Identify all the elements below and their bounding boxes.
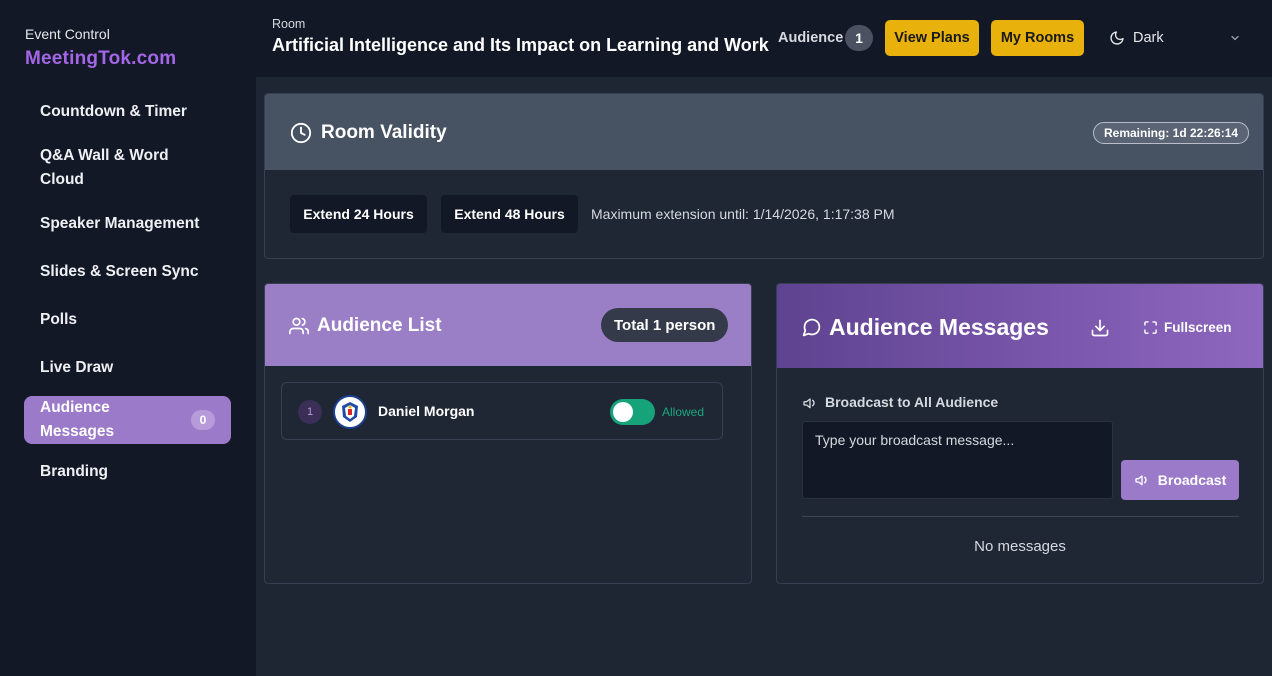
sidebar: Event Control MeetingTok.com Countdown &… xyxy=(0,0,256,676)
broadcast-button-label: Broadcast xyxy=(1157,472,1227,488)
audience-messages-title: Audience Messages xyxy=(829,314,1049,340)
room-title: Artificial Intelligence and Its Impact o… xyxy=(272,35,769,55)
audience-count-badge: 1 xyxy=(845,25,873,51)
audience-label: Audience xyxy=(778,30,844,46)
message-circle-icon xyxy=(802,318,821,337)
users-icon xyxy=(289,317,309,335)
brand-logo-text[interactable]: MeetingTok.com xyxy=(25,48,176,70)
fullscreen-label: Fullscreen xyxy=(1164,319,1232,335)
sidebar-item-label: Slides & Screen Sync xyxy=(40,263,199,280)
sidebar-item-label: Q&A Wall & Word Cloud xyxy=(40,147,169,188)
remaining-time-badge: Remaining: 1d 22:26:14 xyxy=(1093,122,1250,144)
divider xyxy=(802,516,1239,517)
sidebar-item-slides-screen-sync[interactable]: Slides & Screen Sync xyxy=(24,252,231,292)
audience-member-name: Daniel Morgan xyxy=(378,403,475,419)
megaphone-icon xyxy=(803,398,815,409)
broadcast-button[interactable]: Broadcast xyxy=(1121,460,1239,500)
audience-row: 1 Daniel Morgan Allowed xyxy=(281,382,723,440)
megaphone-icon xyxy=(1135,475,1147,486)
top-bar: Room Artificial Intelligence and Its Imp… xyxy=(256,0,1272,77)
toggle-knob xyxy=(613,402,633,422)
sidebar-item-label: Countdown & Timer xyxy=(40,103,187,120)
sidebar-item-branding[interactable]: Branding xyxy=(24,452,231,492)
sidebar-item-qa-wall[interactable]: Q&A Wall & Word Cloud xyxy=(24,140,231,196)
view-plans-button[interactable]: View Plans xyxy=(885,20,979,56)
app-root: Event Control MeetingTok.com Countdown &… xyxy=(0,0,1272,676)
audience-total-badge: Total 1 person xyxy=(601,308,729,342)
moon-icon xyxy=(1110,31,1124,45)
sidebar-item-speaker-management[interactable]: Speaker Management xyxy=(24,204,231,244)
sidebar-item-label: Speaker Management xyxy=(40,215,200,232)
empty-messages-text: No messages xyxy=(974,538,1066,555)
room-label: Room xyxy=(272,17,306,31)
sidebar-item-label: Audience Messages xyxy=(40,399,115,440)
download-icon[interactable] xyxy=(1090,318,1110,338)
broadcast-label: Broadcast to All Audience xyxy=(825,394,999,410)
room-validity-card: Room Validity Remaining: 1d 22:26:14 Ext… xyxy=(264,93,1264,259)
audience-row-index: 1 xyxy=(298,400,322,424)
sidebar-item-label: Live Draw xyxy=(40,359,114,376)
my-rooms-button[interactable]: My Rooms xyxy=(991,20,1084,56)
brand-subtitle: Event Control xyxy=(25,26,110,42)
fullscreen-button[interactable]: Fullscreen xyxy=(1143,318,1232,336)
broadcast-message-input[interactable] xyxy=(802,421,1113,499)
sidebar-item-live-draw[interactable]: Live Draw xyxy=(24,348,231,388)
sidebar-item-label: Polls xyxy=(40,311,78,328)
audience-messages-header: Audience Messages Fullscreen xyxy=(777,284,1263,368)
sidebar-item-audience-messages[interactable]: Audience Messages 0 xyxy=(24,396,231,444)
allowed-status: Allowed xyxy=(662,405,705,419)
extend-24-hours-button[interactable]: Extend 24 Hours xyxy=(290,195,427,233)
audience-messages-card: Audience Messages Fullscreen Broadcast t… xyxy=(776,283,1264,584)
room-validity-title: Room Validity xyxy=(321,122,447,143)
unread-count-badge: 0 xyxy=(191,410,215,430)
clock-icon xyxy=(290,122,312,144)
allow-toggle[interactable] xyxy=(610,399,655,425)
max-extension-text: Maximum extension until: 1/14/2026, 1:17… xyxy=(591,206,895,222)
audience-list-card: Audience List Total 1 person 1 Daniel Mo… xyxy=(264,283,752,584)
extend-48-hours-button[interactable]: Extend 48 Hours xyxy=(441,195,578,233)
chevron-down-icon xyxy=(1231,35,1239,41)
room-validity-header: Room Validity Remaining: 1d 22:26:14 xyxy=(265,94,1263,170)
sidebar-nav: Countdown & Timer Q&A Wall & Word Cloud … xyxy=(24,92,231,500)
theme-select[interactable]: Dark xyxy=(1102,22,1252,54)
maximize-icon xyxy=(1144,320,1157,334)
sidebar-item-polls[interactable]: Polls xyxy=(24,300,231,340)
sidebar-item-label: Branding xyxy=(40,463,109,480)
theme-select-value: Dark xyxy=(1133,30,1164,46)
avatar xyxy=(333,395,367,429)
audience-list-header: Audience List Total 1 person xyxy=(265,284,751,366)
audience-list-title: Audience List xyxy=(317,315,442,336)
sidebar-item-countdown-timer[interactable]: Countdown & Timer xyxy=(24,92,231,132)
